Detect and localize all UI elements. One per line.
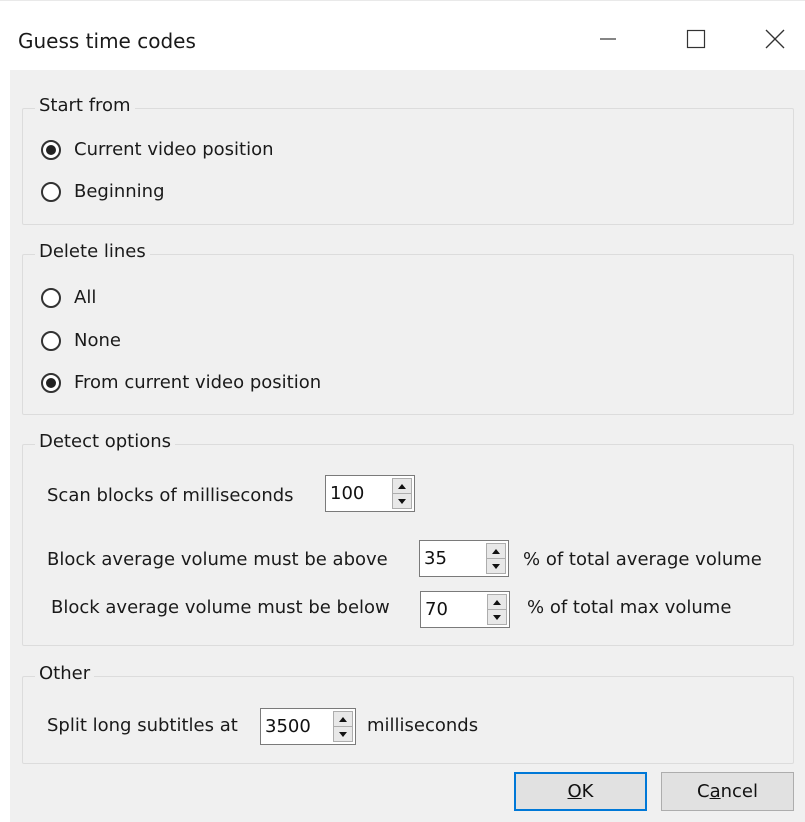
radio-button-checked[interactable]	[41, 372, 61, 393]
title-bar: Guess time codes	[0, 0, 805, 70]
radio-button[interactable]	[41, 181, 61, 202]
split-subtitles-stepper[interactable]: 3500	[260, 708, 356, 745]
ok-label-rest: K	[581, 781, 594, 802]
spin-arrows[interactable]	[392, 478, 412, 509]
arrow-up-icon	[492, 548, 500, 554]
arrow-up-icon	[493, 599, 501, 605]
split-subtitles-value[interactable]: 3500	[261, 709, 333, 744]
cancel-mnemonic: a	[709, 781, 721, 802]
volume-above-value[interactable]: 35	[420, 541, 486, 576]
window-edge	[0, 70, 10, 822]
scan-blocks-value[interactable]: 100	[326, 476, 392, 511]
maximize-button[interactable]	[666, 15, 726, 63]
cancel-label-rest: ncel	[720, 781, 758, 802]
spin-arrows[interactable]	[487, 594, 507, 625]
delete-lines-legend: Delete lines	[35, 241, 150, 262]
delete-lines-group: Delete lines All None From current video…	[22, 241, 794, 415]
close-icon	[765, 29, 785, 49]
arrow-down-icon	[398, 498, 406, 504]
spin-down-button[interactable]	[487, 610, 507, 625]
radio-all[interactable]: All	[41, 287, 96, 308]
spin-down-button[interactable]	[333, 727, 353, 742]
spin-up-button[interactable]	[392, 478, 412, 494]
cancel-button[interactable]: Ca ncel	[661, 772, 794, 811]
radio-label: Beginning	[74, 181, 165, 202]
volume-below-suffix: % of total max volume	[527, 597, 732, 618]
volume-above-stepper[interactable]: 35	[419, 540, 509, 577]
spin-up-button[interactable]	[486, 543, 506, 559]
volume-below-value[interactable]: 70	[421, 592, 487, 627]
start-from-group: Start from Current video position Beginn…	[22, 95, 794, 225]
other-group: Other Split long subtitles at 3500 milli…	[22, 663, 794, 764]
minimize-button[interactable]	[578, 15, 638, 63]
radio-beginning[interactable]: Beginning	[41, 181, 165, 202]
radio-label: None	[74, 330, 121, 351]
spin-down-button[interactable]	[486, 559, 506, 574]
window-title: Guess time codes	[18, 29, 196, 53]
arrow-up-icon	[339, 716, 347, 722]
radio-button-checked[interactable]	[41, 139, 61, 160]
detect-options-legend: Detect options	[35, 431, 176, 452]
detect-options-group: Detect options Scan blocks of millisecon…	[22, 431, 794, 646]
maximize-icon	[686, 29, 706, 49]
radio-label: From current video position	[74, 372, 322, 393]
radio-button[interactable]	[41, 330, 61, 351]
split-subtitles-label: Split long subtitles at	[47, 715, 238, 736]
cancel-label-prefix: C	[697, 781, 710, 802]
radio-current-video-position[interactable]: Current video position	[41, 139, 274, 160]
volume-above-suffix: % of total average volume	[523, 549, 762, 570]
ok-mnemonic: O	[567, 781, 582, 802]
minimize-icon	[600, 38, 616, 40]
radio-none[interactable]: None	[41, 330, 121, 351]
arrow-down-icon	[492, 563, 500, 569]
split-subtitles-suffix: milliseconds	[367, 715, 479, 736]
arrow-down-icon	[339, 731, 347, 737]
close-button[interactable]	[745, 15, 805, 63]
volume-below-stepper[interactable]: 70	[420, 591, 510, 628]
spin-arrows[interactable]	[333, 711, 353, 742]
spin-arrows[interactable]	[486, 543, 506, 574]
volume-below-label: Block average volume must be below	[51, 597, 390, 618]
arrow-down-icon	[493, 614, 501, 620]
scan-blocks-stepper[interactable]: 100	[325, 475, 415, 512]
volume-above-label: Block average volume must be above	[47, 549, 388, 570]
scan-blocks-label: Scan blocks of milliseconds	[47, 485, 294, 506]
spin-down-button[interactable]	[392, 494, 412, 509]
radio-label: Current video position	[74, 139, 274, 160]
spin-up-button[interactable]	[333, 711, 353, 727]
radio-button[interactable]	[41, 287, 61, 308]
arrow-up-icon	[398, 483, 406, 489]
spin-up-button[interactable]	[487, 594, 507, 610]
ok-button[interactable]: OK	[514, 772, 647, 811]
other-legend: Other	[35, 663, 95, 684]
radio-from-current-video-position[interactable]: From current video position	[41, 372, 321, 393]
radio-label: All	[74, 287, 97, 308]
start-from-legend: Start from	[35, 95, 135, 116]
